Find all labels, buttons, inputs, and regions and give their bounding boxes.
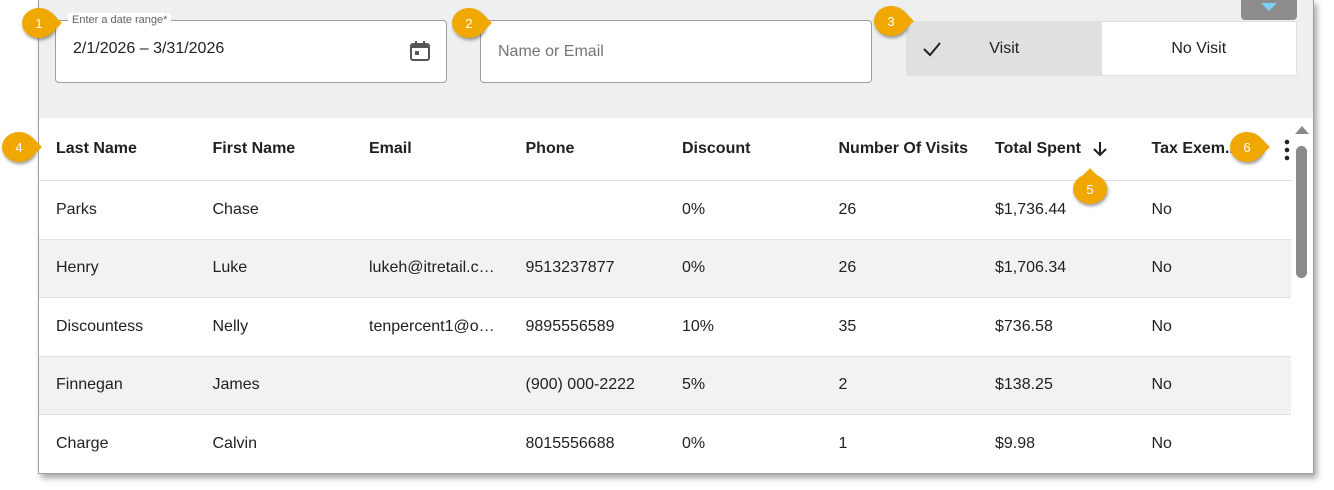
cell-tax-exempt: No [1151, 259, 1172, 277]
cell-total-spent: $1,706.34 [995, 259, 1067, 277]
callout-badge-3: 3 [874, 6, 908, 36]
cell-email: lukeh@itretail.c… [369, 259, 495, 277]
cell-tax-exempt: No [1151, 317, 1172, 335]
cell-last-name: Charge [56, 434, 109, 452]
date-range-field[interactable]: Enter a date range* 2/1/2026 – 3/31/2026 [55, 13, 447, 83]
table-row[interactable]: Finnegan James (900) 000-2222 5% 2 $138.… [39, 356, 1291, 415]
no-visit-toggle[interactable]: No Visit [1101, 22, 1296, 75]
scroll-up-arrow-icon[interactable] [1294, 124, 1310, 136]
check-icon [923, 42, 941, 57]
cell-first-name: Calvin [212, 434, 257, 452]
header-last-name[interactable]: Last Name [39, 140, 196, 158]
date-range-value[interactable]: 2/1/2026 – 3/31/2026 [73, 40, 224, 58]
filter-bar: Enter a date range* 2/1/2026 – 3/31/2026… [39, 0, 1313, 118]
callout-badge-6: 6 [1230, 132, 1264, 162]
visit-toggle[interactable]: Visit [907, 22, 1102, 75]
cell-total-spent: $9.98 [995, 434, 1036, 452]
cell-total-spent: $138.25 [995, 376, 1053, 394]
cell-discount: 0% [682, 200, 706, 218]
cell-discount: 5% [682, 376, 706, 394]
table-row[interactable]: Henry Luke lukeh@itretail.c… 9513237877 … [39, 239, 1291, 298]
callout-badge-2: 2 [452, 8, 486, 38]
cell-first-name: James [212, 376, 260, 394]
cell-phone: 9895556589 [525, 317, 615, 335]
customer-report-panel: Enter a date range* 2/1/2026 – 3/31/2026… [38, 0, 1314, 474]
date-range-label: Enter a date range* [68, 13, 172, 27]
table-row[interactable]: Charge Calvin 8015556688 0% 1 $9.98 No [39, 415, 1291, 473]
cell-visits: 2 [838, 376, 848, 394]
more-vert-icon[interactable] [1279, 138, 1295, 162]
cell-first-name: Luke [212, 259, 248, 277]
cell-last-name: Discountess [56, 317, 144, 335]
cell-discount: 0% [682, 434, 706, 452]
callout-badge-1: 1 [22, 8, 56, 38]
table-header-row: Last Name First Name Email Phone Discoun… [39, 118, 1291, 181]
cell-tax-exempt: No [1151, 434, 1172, 452]
cell-phone: (900) 000-2222 [525, 376, 635, 394]
header-total-spent-cell[interactable]: Total Spent [978, 140, 1135, 158]
cell-phone: 8015556688 [525, 434, 615, 452]
header-number-of-visits[interactable]: Number Of Visits [822, 140, 979, 158]
header-email[interactable]: Email [352, 140, 509, 158]
collapse-filters-button[interactable] [1241, 0, 1297, 20]
visit-toggle-label: Visit [989, 39, 1020, 57]
customer-table: Last Name First Name Email Phone Discoun… [39, 118, 1291, 473]
cell-discount: 10% [682, 317, 715, 335]
visit-toggle-group: Visit No Visit [906, 21, 1297, 76]
header-total-spent: Total Spent [995, 140, 1081, 157]
callout-badge-5: 5 [1073, 174, 1107, 204]
arrow-down-icon[interactable] [1093, 141, 1108, 157]
no-visit-toggle-label: No Visit [1171, 39, 1227, 57]
header-phone[interactable]: Phone [509, 140, 666, 158]
header-discount[interactable]: Discount [665, 140, 822, 158]
cell-visits: 26 [838, 259, 857, 277]
cell-total-spent: $1,736.44 [995, 200, 1067, 218]
table-row[interactable]: Discountess Nelly tenpercent1@o… 9895556… [39, 298, 1291, 357]
cell-discount: 0% [682, 259, 706, 277]
header-first-name[interactable]: First Name [196, 140, 353, 158]
scrollbar-thumb[interactable] [1296, 146, 1307, 278]
cell-visits: 26 [838, 200, 857, 218]
cell-tax-exempt: No [1151, 376, 1172, 394]
cell-visits: 35 [838, 317, 857, 335]
cell-last-name: Henry [56, 259, 99, 277]
cell-tax-exempt: No [1151, 200, 1172, 218]
cell-first-name: Nelly [212, 317, 249, 335]
cell-last-name: Finnegan [56, 376, 123, 394]
calendar-icon[interactable] [408, 39, 432, 63]
cell-total-spent: $736.58 [995, 317, 1053, 335]
cell-last-name: Parks [56, 200, 97, 218]
name-or-email-input[interactable] [480, 20, 872, 83]
cell-visits: 1 [838, 434, 848, 452]
callout-badge-4: 4 [2, 132, 36, 162]
cell-first-name: Chase [212, 200, 259, 218]
cell-email: tenpercent1@o… [369, 317, 495, 335]
cell-phone: 9513237877 [525, 259, 615, 277]
chevron-down-icon [1261, 3, 1277, 11]
